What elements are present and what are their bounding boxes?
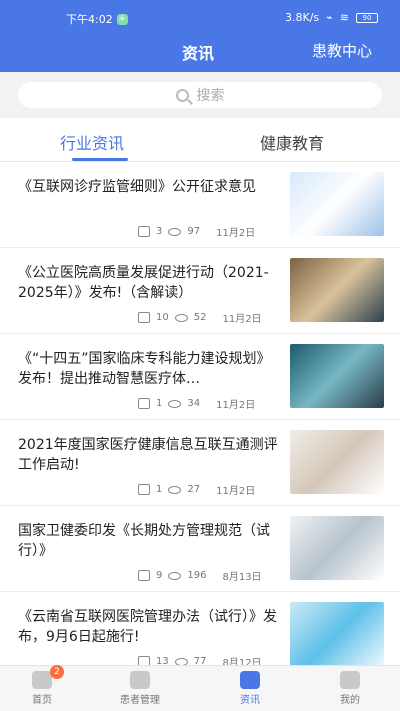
status-bar: 下午4:02 + 3.8K/s ⌁ ≋ 90 [0,0,400,34]
article-title: 国家卫健委印发《长期处方管理规范（试行）》 [18,523,270,559]
news-icon [240,671,260,689]
view-icon [168,227,182,236]
status-time: 下午4:02 + [66,11,128,27]
article-title: 《云南省互联网医院管理办法（试行）》发布，9月6日起施行! [18,609,277,645]
top-header: 下午4:02 + 3.8K/s ⌁ ≋ 90 资讯 患教中心 [0,0,400,72]
article-meta: 3 97 11月2日 [138,224,255,239]
view-count: 52 [193,312,207,323]
article-thumbnail [290,344,384,408]
like-count: 10 [156,312,169,323]
like-count: 1 [156,484,163,495]
like-icon [138,398,150,409]
article-date: 11月2日 [216,228,256,239]
article-date: 11月2日 [216,486,256,497]
article-meta: 1 27 11月2日 [138,482,255,497]
article-item[interactable]: 《“十四五”国家临床专科能力建设规划》发布！提出推动智慧医疗体… 1 34 11… [0,334,400,420]
wifi-icon: ≋ [339,11,349,24]
article-thumbnail [290,516,384,580]
article-date: 11月2日 [222,314,262,325]
article-title: 《互联网诊疗监管细则》公开征求意见 [18,179,256,195]
article-thumbnail [290,172,384,236]
article-item[interactable]: 2021年度国家医疗健康信息互联互通测评工作启动! 1 27 11月2日 [0,420,400,506]
like-count: 9 [156,570,163,581]
article-thumbnail [290,430,384,494]
patient-management-icon [130,671,150,689]
status-right: 3.8K/s ⌁ ≋ 90 [285,11,378,24]
article-title: 2021年度国家医疗健康信息互联互通测评工作启动! [18,437,278,473]
article-title: 《公立医院高质量发展促进行动（2021-2025年）》发布!（含解读） [18,265,269,301]
search-section: 搜索 [0,72,400,118]
like-count: 3 [156,226,163,237]
article-title: 《“十四五”国家临床专科能力建设规划》发布！提出推动智慧医疗体… [18,351,271,387]
article-item[interactable]: 国家卫健委印发《长期处方管理规范（试行）》 9 196 8月13日 [0,506,400,592]
search-input[interactable]: 搜索 [18,82,382,108]
nav-news[interactable]: 资讯 [220,671,280,706]
battery-icon: 90 [356,12,378,23]
network-speed: 3.8K/s [285,11,320,24]
article-list: 《互联网诊疗监管细则》公开征求意见 3 97 11月2日 《公立医院高质量发展促… [0,162,400,678]
tab-health-education[interactable]: 健康教育 [260,130,324,154]
nav-home[interactable]: 2 首页 [12,665,72,706]
article-meta: 9 196 8月13日 [138,568,262,583]
article-item[interactable]: 《互联网诊疗监管细则》公开征求意见 3 97 11月2日 [0,162,400,248]
tab-industry-news[interactable]: 行业资讯 [60,130,124,154]
article-date: 11月2日 [216,400,256,411]
view-count: 34 [187,398,201,409]
view-icon [174,313,188,322]
article-date: 8月13日 [222,572,262,583]
nav-news-label: 资讯 [240,695,260,706]
category-tabs: 行业资讯 健康教育 [0,118,400,162]
nav-patient-label: 患者管理 [120,695,160,706]
like-icon [138,312,150,323]
view-icon [168,399,182,408]
notification-badge: 2 [50,665,64,679]
article-meta: 10 52 11月2日 [138,310,262,325]
nav-patient-management[interactable]: 患者管理 [110,671,170,706]
bottom-navigation: 2 首页 患者管理 资讯 我的 [0,665,400,711]
nav-profile[interactable]: 我的 [320,671,380,706]
patient-education-link[interactable]: 患教中心 [312,40,372,61]
like-count: 1 [156,398,163,409]
view-icon [168,571,182,580]
view-icon [168,485,182,494]
view-count: 97 [187,226,201,237]
article-thumbnail [290,258,384,322]
active-tab-indicator [72,158,128,161]
search-icon [175,88,189,102]
article-item[interactable]: 《公立医院高质量发展促进行动（2021-2025年）》发布!（含解读） 10 5… [0,248,400,334]
nav-profile-label: 我的 [340,695,360,706]
like-icon [138,484,150,495]
nav-home-label: 首页 [32,695,52,706]
profile-icon [340,671,360,689]
article-meta: 1 34 11月2日 [138,396,255,411]
time-text: 下午4:02 [66,13,113,26]
home-icon [32,671,52,689]
like-icon [138,570,150,581]
signal-icon: ⌁ [326,11,333,24]
view-count: 196 [187,570,207,581]
view-count: 27 [187,484,201,495]
notification-icon: + [116,13,128,25]
search-placeholder: 搜索 [196,88,225,104]
like-icon [138,226,150,237]
article-thumbnail [290,602,384,666]
page-title: 资讯 [182,44,215,63]
